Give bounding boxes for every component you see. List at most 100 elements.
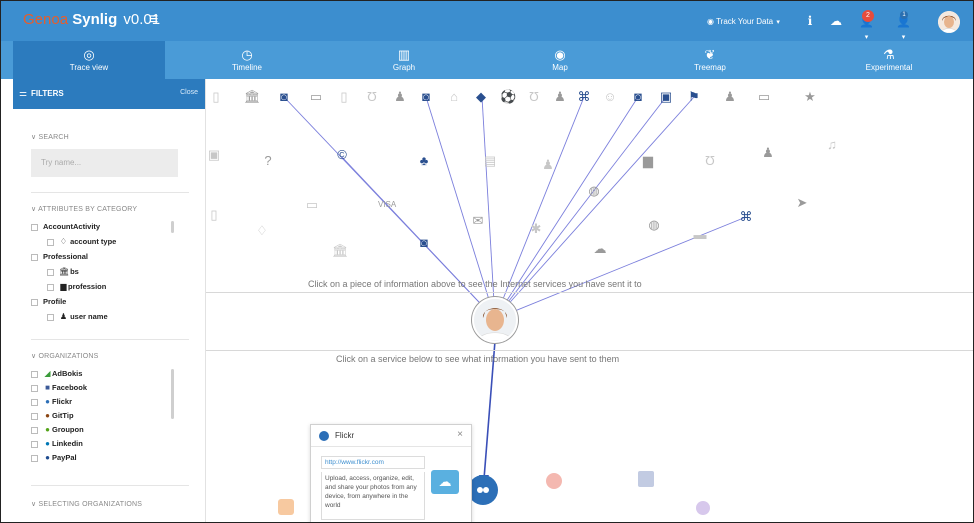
checkbox[interactable] [31, 298, 38, 306]
flickr-service-node[interactable] [468, 475, 498, 505]
camera-icon[interactable]: ◙ [630, 89, 646, 105]
search-section-title[interactable]: ∨ SEARCH [31, 133, 69, 141]
code-file-icon[interactable]: ⌘ [738, 209, 754, 225]
image-icon[interactable]: ▣ [658, 89, 674, 105]
info-icon[interactable]: i [803, 14, 817, 28]
diamond-icon[interactable]: ♢ [254, 223, 270, 239]
phone-icon[interactable]: ▯ [208, 89, 224, 105]
music-icon[interactable]: ♫ [824, 137, 840, 153]
checkbox[interactable] [31, 398, 38, 406]
stethoscope-icon[interactable]: Ʊ [526, 89, 542, 105]
envelope-icon[interactable]: ✉ [470, 213, 486, 229]
attribute-bs[interactable]: 🏛 bs [47, 266, 79, 278]
credit-card-icon[interactable]: ▭ [308, 89, 324, 105]
user-profile-node[interactable] [472, 297, 518, 343]
home-icon[interactable]: ⌂ [446, 89, 462, 105]
menu-icon[interactable]: ≡ [149, 11, 158, 29]
org-adbokis[interactable]: ◢AdBokis [31, 368, 82, 380]
track-your-data-dropdown[interactable]: ◉ Track Your Data ▾ [707, 17, 780, 26]
id-card-icon[interactable]: ▯ [206, 207, 222, 223]
visa-card-icon[interactable]: VISA [378, 197, 396, 213]
gear-icon[interactable]: ✱ [528, 221, 544, 237]
viber-service-node[interactable] [696, 501, 710, 515]
location-arrow-icon[interactable]: ➤ [794, 195, 810, 211]
stethoscope-icon[interactable]: Ʊ [364, 89, 380, 105]
attribute-category-accountactivity[interactable]: AccountActivity [31, 221, 100, 233]
org-facebook[interactable]: ■ Facebook [31, 382, 87, 394]
camera-icon[interactable]: ◙ [276, 89, 292, 105]
attribute-account-type[interactable]: ♢ account type [47, 236, 116, 248]
attribute-category-profile[interactable]: Profile [31, 296, 66, 308]
mobile-icon[interactable]: ▯ [336, 89, 352, 105]
attribute-user-name[interactable]: ♟ user name [47, 311, 108, 323]
checkbox[interactable] [31, 223, 38, 231]
tab-experimental[interactable]: ⚗ Experimental [813, 41, 965, 79]
briefcase-icon[interactable]: ▆ [640, 153, 656, 169]
service-node[interactable] [278, 499, 294, 515]
image-icon[interactable]: ▣ [206, 147, 222, 163]
user-icon[interactable]: ♟ [722, 89, 738, 105]
tab-graph[interactable]: ▥ Graph [328, 41, 480, 79]
facebook-service-node[interactable] [638, 471, 654, 487]
attributes-scrollbar[interactable] [171, 221, 174, 233]
tag-icon[interactable]: ◆ [473, 89, 489, 105]
camera-icon[interactable]: ◙ [418, 89, 434, 105]
camera-icon[interactable]: ◙ [416, 235, 432, 251]
close-filters-button[interactable]: Close [180, 89, 198, 96]
soccer-ball-icon[interactable]: ⚽ [500, 89, 516, 105]
checkbox[interactable] [47, 268, 54, 276]
checkbox[interactable] [31, 384, 38, 392]
tab-trace-view[interactable]: ◎ Trace view [13, 41, 165, 79]
attributes-section-title[interactable]: ∨ ATTRIBUTES BY CATEGORY [31, 205, 137, 213]
code-file-icon[interactable]: ⌘ [576, 89, 592, 105]
organizations-section-title[interactable]: ∨ ORGANIZATIONS [31, 352, 99, 360]
search-input[interactable]: Try name... [31, 149, 178, 177]
users-icon[interactable]: ♣ [416, 153, 432, 169]
checkbox[interactable] [47, 313, 54, 321]
pdf-file-icon[interactable]: ▤ [482, 153, 498, 169]
smile-icon[interactable]: ☺ [602, 89, 618, 105]
star-icon[interactable]: ★ [802, 89, 818, 105]
org-paypal[interactable]: ● PayPal [31, 452, 77, 464]
tab-map[interactable]: ◉ Map [484, 41, 636, 79]
credit-card-icon[interactable]: ▭ [756, 89, 772, 105]
organizations-scrollbar[interactable] [171, 369, 174, 419]
person-icon[interactable]: ♟ [392, 89, 408, 105]
checkbox[interactable] [47, 238, 54, 246]
tab-treemap[interactable]: ❦ Treemap [634, 41, 786, 79]
checkbox[interactable] [31, 454, 38, 462]
service-url-link[interactable]: http://www.flickr.com [321, 456, 425, 469]
flag-icon[interactable]: ⚑ [686, 89, 702, 105]
stethoscope-icon[interactable]: Ʊ [702, 153, 718, 169]
bank-icon[interactable]: 🏛 [332, 243, 349, 259]
attribute-category-professional[interactable]: Professional [31, 251, 88, 263]
user-icon[interactable]: ♟ [760, 145, 776, 161]
truck-icon[interactable]: ▬ [692, 227, 708, 243]
globe-icon[interactable]: ◍ [646, 217, 662, 233]
person-icon[interactable]: ♟ [540, 157, 556, 173]
cloud-upload-icon[interactable]: ☁ [829, 14, 843, 28]
checkbox[interactable] [31, 253, 38, 261]
org-groupon[interactable]: ● Groupon [31, 424, 84, 436]
checkbox[interactable] [31, 440, 38, 448]
brand[interactable]: Genoa Synlig v0.01 [23, 11, 160, 28]
checkbox[interactable] [31, 370, 38, 378]
org-gittip[interactable]: ● GitTip [31, 410, 74, 422]
close-icon[interactable]: × [457, 429, 463, 440]
selecting-organizations-section-title[interactable]: ∨ SELECTING ORGANIZATIONS [31, 500, 142, 508]
bank-icon[interactable]: 🏛 [244, 89, 261, 105]
question-icon[interactable]: ? [260, 153, 276, 169]
attribute-profession[interactable]: ▆profession [47, 281, 106, 293]
org-flickr[interactable]: ● Flickr [31, 396, 72, 408]
checkbox[interactable] [31, 412, 38, 420]
copyright-icon[interactable]: © [334, 147, 350, 163]
avatar[interactable] [938, 11, 960, 33]
person-icon[interactable]: ♟ [552, 89, 568, 105]
globe-icon[interactable]: ◍ [586, 183, 602, 199]
checkbox[interactable] [47, 283, 54, 291]
checkbox[interactable] [31, 426, 38, 434]
service-node[interactable] [546, 473, 562, 489]
tab-timeline[interactable]: ◷ Timeline [171, 41, 323, 79]
comments-icon[interactable]: ☁ [592, 241, 608, 257]
org-linkedin[interactable]: ● Linkedin [31, 438, 83, 450]
